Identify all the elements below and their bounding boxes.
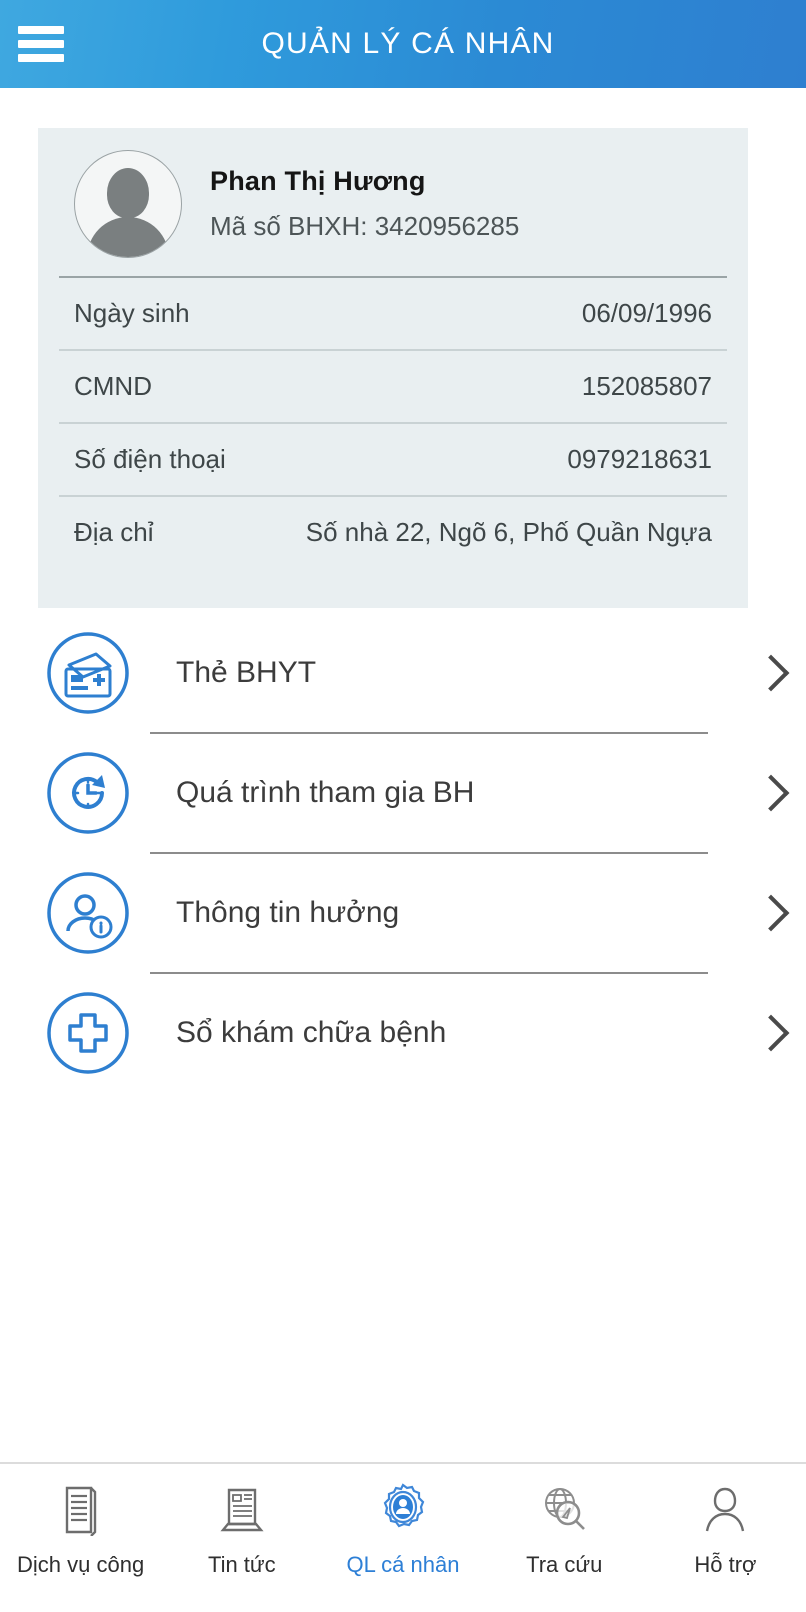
nav-item-ho-tro[interactable]: Hỗ trợ: [645, 1480, 806, 1578]
info-label: CMND: [74, 371, 152, 401]
nav-item-label: Tin tức: [207, 1552, 276, 1577]
app-screen: QUẢN LÝ CÁ NHÂN Phan Thị Hương Mã số BHX…: [0, 0, 806, 1612]
profile-summary: Phan Thị Hương Mã số BHXH: 3420956285: [56, 128, 730, 276]
hamburger-bar: [18, 40, 64, 48]
medical-cross-icon: [32, 989, 144, 1077]
chevron-right-icon[interactable]: [736, 1014, 806, 1052]
info-value: 0979218631: [567, 444, 712, 474]
nav-item-label: Dịch vụ công: [17, 1552, 145, 1577]
profile-card: Phan Thị Hương Mã số BHXH: 3420956285 Ng…: [38, 128, 748, 608]
person-placeholder-avatar: [74, 150, 182, 258]
info-row-address: Địa chỉ Số nhà 22, Ngõ 6, Phố Quần Ngựa: [56, 497, 730, 568]
profile-bhxh-number: Mã số BHXH: 3420956285: [210, 211, 520, 241]
document-list-icon: [59, 1480, 103, 1540]
menu-item-label: Quá trình tham gia BH: [176, 776, 475, 809]
info-value: Số nhà 22, Ngõ 6, Phố Quần Ngựa: [305, 517, 712, 547]
bottom-navigation-bar: Dịch vụ công Tin tức QL cá nhân Tra cứu …: [0, 1462, 806, 1612]
nav-item-dich-vu-cong[interactable]: Dịch vụ công: [0, 1480, 161, 1578]
nav-item-tra-cuu[interactable]: Tra cứu: [484, 1480, 645, 1578]
page-title: QUẢN LÝ CÁ NHÂN: [261, 27, 555, 60]
info-row-cmnd: CMND 152085807: [56, 351, 730, 422]
profile-identity: Phan Thị Hương Mã số BHXH: 3420956285: [210, 166, 519, 242]
info-value: 06/09/1996: [581, 298, 712, 328]
info-value: 152085807: [581, 371, 712, 401]
menu-item-the-bhyt[interactable]: Thẻ BHYT: [0, 614, 806, 732]
info-label: Số điện thoại: [74, 444, 226, 474]
avatar-body: [87, 217, 169, 257]
personal-seal-icon: [377, 1480, 429, 1540]
menu-item-label: Thẻ BHYT: [176, 656, 317, 689]
app-header: QUẢN LÝ CÁ NHÂN: [0, 0, 806, 88]
info-label: Địa chỉ: [74, 517, 154, 547]
menu-item-thong-tin-huong[interactable]: Thông tin hưởng: [0, 854, 806, 972]
clock-history-icon: [32, 749, 144, 837]
chevron-right-icon[interactable]: [736, 894, 806, 932]
menu-item-label: Sổ khám chữa bệnh: [176, 1016, 447, 1049]
nav-item-tin-tuc[interactable]: Tin tức: [161, 1480, 322, 1578]
menu-item-label: Thông tin hưởng: [176, 896, 400, 929]
profile-name: Phan Thị Hương: [210, 166, 426, 196]
person-info-icon: [32, 869, 144, 957]
menu-item-so-kham-chua-benh[interactable]: Sổ khám chữa bệnh: [0, 974, 806, 1092]
chevron-right-icon[interactable]: [736, 654, 806, 692]
nav-item-label: QL cá nhân: [346, 1552, 460, 1577]
info-row-phone: Số điện thoại 0979218631: [56, 424, 730, 495]
avatar-head: [107, 168, 149, 218]
feature-menu-list: Thẻ BHYT Quá trình tham gia BH Thông tin…: [0, 614, 806, 1092]
hamburger-bar: [18, 26, 64, 34]
globe-search-icon: [538, 1480, 590, 1540]
person-support-icon: [701, 1480, 749, 1540]
nav-item-ql-ca-nhan[interactable]: QL cá nhân: [322, 1480, 483, 1578]
info-label: Ngày sinh: [74, 298, 190, 328]
menu-item-qua-trinh-tham-gia-bh[interactable]: Quá trình tham gia BH: [0, 734, 806, 852]
nav-item-label: Hỗ trợ: [694, 1552, 757, 1577]
hamburger-menu-icon[interactable]: [18, 22, 64, 66]
newspaper-icon: [217, 1480, 267, 1540]
card-bottom-padding: [56, 568, 730, 608]
hamburger-bar: [18, 54, 64, 62]
health-insurance-card-icon: [32, 629, 144, 717]
nav-item-label: Tra cứu: [526, 1552, 603, 1577]
info-row-birthdate: Ngày sinh 06/09/1996: [56, 278, 730, 349]
chevron-right-icon[interactable]: [736, 774, 806, 812]
